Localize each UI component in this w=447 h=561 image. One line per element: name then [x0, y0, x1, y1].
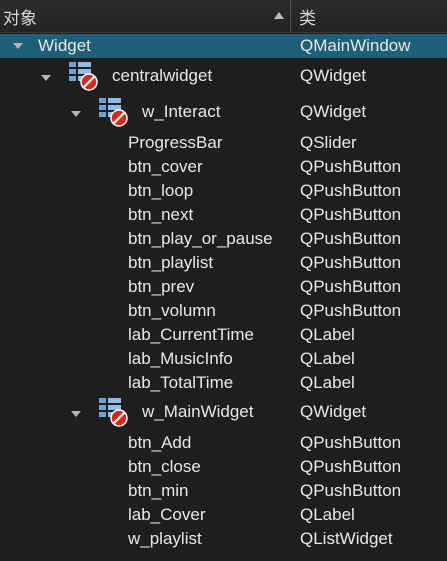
layout-broken-widget-icon [69, 62, 98, 91]
object-class: QWidget [300, 66, 367, 85]
tree-row[interactable]: btn_close QPushButton [0, 455, 447, 479]
object-name: btn_loop [128, 181, 194, 200]
object-name: w_MainWidget [142, 402, 254, 421]
tree-row[interactable]: btn_min QPushButton [0, 479, 447, 503]
object-class: QPushButton [300, 181, 402, 200]
tree-row-centralwidget[interactable]: centralwidget QWidget [0, 60, 447, 92]
object-name: btn_play_or_pause [128, 229, 273, 248]
tree-row[interactable]: lab_MusicInfo QLabel [0, 347, 447, 371]
object-class: QPushButton [300, 457, 402, 476]
tree-row[interactable]: btn_next QPushButton [0, 203, 447, 227]
column-header-object-label: 对象 [3, 8, 37, 28]
object-class: QPushButton [300, 433, 402, 452]
object-class: QLabel [300, 373, 355, 392]
tree-row[interactable]: lab_CurrentTime QLabel [0, 323, 447, 347]
object-name: Widget [38, 36, 91, 55]
object-class: QPushButton [300, 481, 402, 500]
object-name: btn_playlist [128, 253, 214, 272]
object-class: QWidget [300, 102, 367, 121]
object-name: btn_prev [128, 277, 195, 296]
expand-arrow-icon[interactable] [71, 111, 81, 117]
expand-arrow-icon[interactable] [71, 411, 81, 417]
expand-arrow-icon[interactable] [41, 75, 51, 81]
tree-row[interactable]: btn_cover QPushButton [0, 155, 447, 179]
tree-row-widget[interactable]: Widget QMainWindow [0, 34, 447, 58]
inspector-header: 对象 类 [0, 0, 447, 33]
object-class: QPushButton [300, 277, 402, 296]
column-header-object[interactable]: 对象 [0, 0, 290, 32]
object-name: w_Interact [142, 102, 221, 121]
column-header-class-label: 类 [299, 8, 316, 28]
column-header-class[interactable]: 类 [291, 0, 447, 32]
tree-row[interactable]: ProgressBar QSlider [0, 131, 447, 155]
expand-arrow-icon[interactable] [13, 43, 23, 49]
object-class: QPushButton [300, 253, 402, 272]
object-name: btn_Add [128, 433, 192, 452]
object-class: QListWidget [300, 529, 393, 548]
tree-row[interactable]: btn_loop QPushButton [0, 179, 447, 203]
tree-row[interactable]: btn_prev QPushButton [0, 275, 447, 299]
object-name: lab_MusicInfo [128, 349, 233, 368]
object-name: ProgressBar [128, 133, 223, 152]
object-class: QPushButton [300, 205, 402, 224]
object-class: QSlider [300, 133, 357, 152]
object-name: btn_volumn [128, 301, 216, 320]
object-name: lab_Cover [128, 505, 206, 524]
object-name: btn_min [128, 481, 189, 500]
object-class: QPushButton [300, 229, 402, 248]
layout-broken-widget-icon [99, 398, 128, 427]
object-class: QPushButton [300, 301, 402, 320]
object-name: centralwidget [112, 66, 213, 85]
object-class: QPushButton [300, 157, 402, 176]
object-inspector: 对象 类 Widget QMainWindow centralwidget QW… [0, 0, 447, 561]
object-name: w_playlist [128, 529, 202, 548]
object-name: lab_CurrentTime [128, 325, 254, 344]
object-class: QLabel [300, 325, 355, 344]
tree-row[interactable]: btn_play_or_pause QPushButton [0, 227, 447, 251]
object-class: QLabel [300, 505, 355, 524]
object-name: btn_close [128, 457, 201, 476]
object-name: btn_next [128, 205, 194, 224]
object-class: QWidget [300, 402, 367, 421]
tree-row[interactable]: btn_volumn QPushButton [0, 299, 447, 323]
tree-row[interactable]: lab_Cover QLabel [0, 503, 447, 527]
tree-row[interactable]: w_playlist QListWidget [0, 527, 447, 551]
object-name: btn_cover [128, 157, 203, 176]
object-class: QLabel [300, 349, 355, 368]
tree-row[interactable]: lab_TotalTime QLabel [0, 371, 447, 395]
object-class: QMainWindow [300, 36, 411, 55]
tree-row-w-interact[interactable]: w_Interact QWidget [0, 96, 447, 128]
layout-broken-widget-icon [99, 98, 128, 127]
sort-ascending-icon[interactable] [274, 12, 284, 19]
tree-row-w-mainwidget[interactable]: w_MainWidget QWidget [0, 396, 447, 428]
tree-row[interactable]: btn_playlist QPushButton [0, 251, 447, 275]
object-name: lab_TotalTime [128, 373, 234, 392]
tree-row[interactable]: btn_Add QPushButton [0, 431, 447, 455]
